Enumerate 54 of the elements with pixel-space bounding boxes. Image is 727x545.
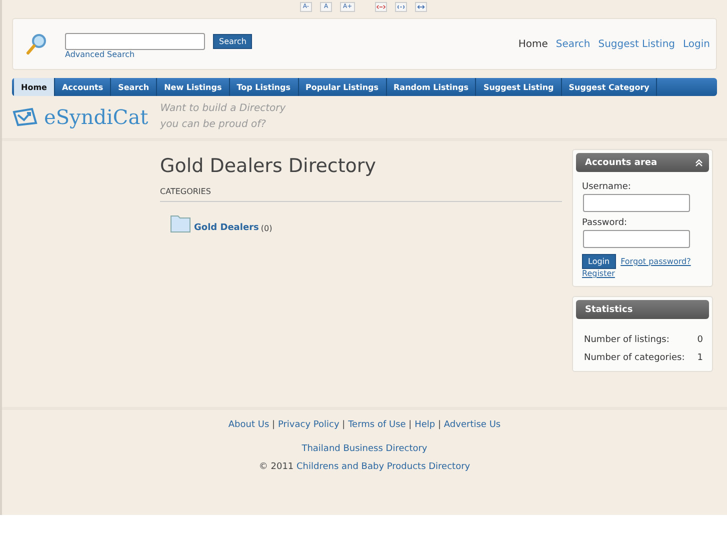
footer-link[interactable]: Childrens and Baby Products Directory [296, 462, 470, 472]
logo-text: eSyndiCat [44, 105, 148, 129]
top-link[interactable]: Suggest Listing [598, 38, 676, 50]
top-link[interactable]: Search [556, 38, 590, 50]
password-field[interactable] [583, 230, 690, 248]
footer-link[interactable]: Privacy Policy [278, 420, 340, 430]
top-link[interactable]: Login [683, 38, 710, 50]
advanced-search-link[interactable]: Advanced Search [65, 50, 252, 59]
separator: | [271, 420, 276, 430]
category-count: (0) [260, 224, 272, 233]
page-title: Gold Dealers Directory [160, 155, 377, 177]
stat-label: Number of listings: [584, 335, 670, 345]
footer-link[interactable]: Advertise Us [444, 420, 501, 430]
magnifier-icon [25, 32, 49, 56]
password-label: Password: [582, 218, 628, 228]
register-link[interactable]: Register [582, 269, 703, 278]
footer-link[interactable]: Thailand Business Directory [302, 444, 428, 454]
nav-tab[interactable]: Home [14, 78, 55, 96]
footer-link[interactable]: Help [414, 420, 436, 430]
nav-tab[interactable]: New Listings [157, 78, 230, 96]
copyright-text: © 2011 [258, 462, 295, 472]
category-link[interactable]: Gold Dealers [194, 223, 259, 233]
forgot-password-link[interactable]: Forgot password? [620, 257, 691, 266]
search-button[interactable]: Search [213, 34, 252, 49]
login-button[interactable]: Login [582, 254, 616, 269]
username-field[interactable] [583, 194, 690, 212]
page-width-icon[interactable] [395, 2, 408, 12]
footer-link[interactable]: Terms of Use [348, 420, 406, 430]
nav-tab[interactable]: Random Listings [386, 78, 476, 96]
footer-link[interactable]: About Us [228, 420, 270, 430]
top-link[interactable]: Home [518, 38, 548, 50]
page-width-icon[interactable] [375, 2, 388, 12]
section-heading: CATEGORIES [160, 187, 562, 202]
nav-tab[interactable]: Suggest Listing [476, 78, 562, 96]
tagline: Want to build a Directory you can be proud of? [160, 102, 286, 132]
nav-tab[interactable]: Accounts [54, 78, 112, 96]
nav-tab[interactable]: Suggest Category [562, 78, 658, 96]
stat-label: Number of categories: [584, 353, 686, 363]
separator: | [408, 420, 413, 430]
search-field[interactable] [65, 33, 205, 50]
folder-icon [170, 213, 192, 233]
stat-value: 1 [697, 353, 703, 363]
logo-icon [12, 107, 38, 127]
collapse-icon[interactable] [695, 158, 703, 166]
panel-title: Accounts area [585, 158, 658, 168]
separator: | [437, 420, 442, 430]
nav-tab[interactable]: Popular Listings [298, 78, 387, 96]
nav-tab[interactable]: Top Listings [230, 78, 298, 96]
stat-value: 0 [697, 335, 703, 345]
panel-title: Statistics [585, 304, 633, 314]
separator: | [341, 420, 346, 430]
nav-tab[interactable]: Search [111, 78, 158, 96]
username-label: Username: [582, 182, 632, 192]
page-width-icon[interactable] [415, 2, 428, 12]
